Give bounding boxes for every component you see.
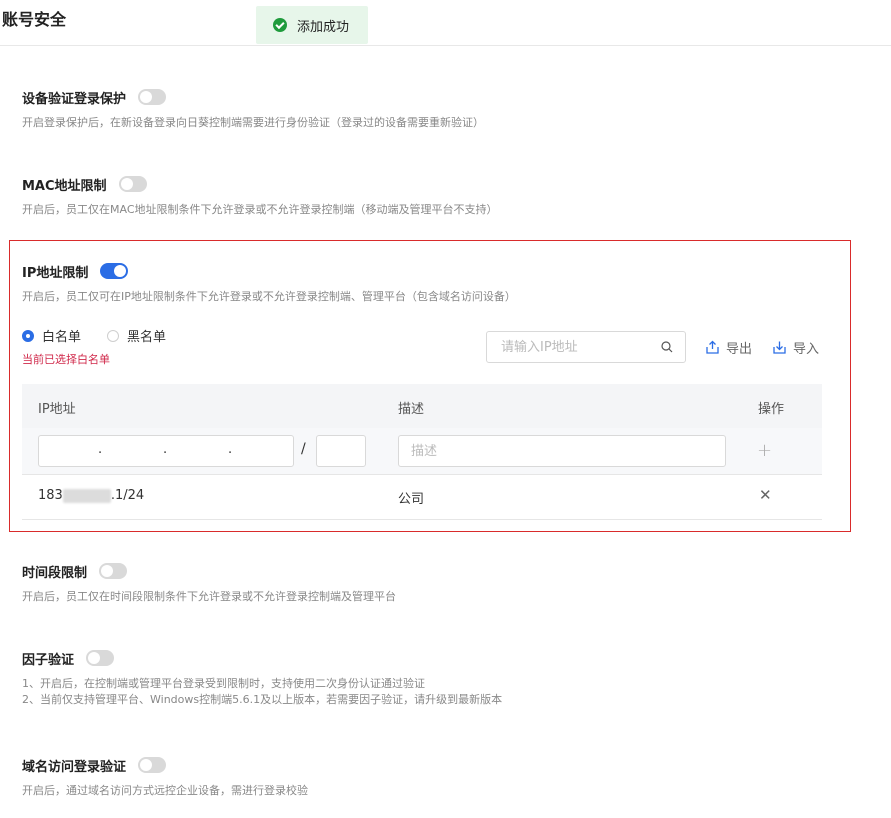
check-circle-icon xyxy=(273,18,287,32)
section-desc: 开启后，员工仅可在IP地址限制条件下允许登录或不允许登录控制端、管理平台（包含域… xyxy=(22,290,516,303)
add-icon[interactable]: + xyxy=(757,440,772,461)
whitelist-radio[interactable]: 白名单 xyxy=(22,326,81,345)
section-factor-verification: 因子验证 1、开启后，在控制端或管理平台登录受到限制时，支持使用二次身份认证通过… xyxy=(22,648,502,708)
radio-checked-icon xyxy=(22,329,34,342)
ip-suffix: .1/24 xyxy=(110,488,145,503)
table-row: 183 .1/24 公司 ✕ xyxy=(22,475,822,520)
section-mac-limit: MAC地址限制 开启后，员工仅在MAC地址限制条件下允许登录或不允许登录控制端（… xyxy=(22,174,498,218)
section-title: MAC地址限制 xyxy=(22,178,107,194)
import-icon xyxy=(773,341,786,354)
description-field xyxy=(398,435,726,467)
section-title: 时间段限制 xyxy=(22,565,88,581)
ip-table: IP地址 描述 操作 . . . / + 183 .1/24 公司 ✕ xyxy=(22,384,822,520)
success-toast: 添加成功 xyxy=(256,6,368,44)
section-time-limit: 时间段限制 开启后，员工仅在时间段限制条件下允许登录或不允许登录控制端及管理平台 xyxy=(22,561,396,605)
section-desc-line-1: 1、开启后，在控制端或管理平台登录受到限制时，支持使用二次身份认证通过验证 xyxy=(22,677,425,690)
radio-unchecked-icon xyxy=(107,329,120,342)
section-title: 设备验证登录保护 xyxy=(22,91,127,107)
toast-text: 添加成功 xyxy=(297,19,350,35)
table-header: IP地址 描述 操作 xyxy=(22,384,822,428)
export-label: 导出 xyxy=(726,342,753,357)
section-title: 域名访问登录验证 xyxy=(22,759,127,775)
ip-address-input[interactable]: . . . xyxy=(38,435,294,467)
ip-prefix: 183 xyxy=(38,488,63,503)
radio-label: 白名单 xyxy=(42,330,82,345)
ip-separator: . xyxy=(98,442,103,457)
page-title: 账号安全 xyxy=(2,10,67,29)
section-device-verification: 设备验证登录保护 开启登录保护后，在新设备登录向日葵控制端需要进行身份验证（登录… xyxy=(22,87,484,131)
ip-limit-toggle[interactable] xyxy=(100,263,129,279)
column-header-ip: IP地址 xyxy=(38,402,76,417)
device-verification-toggle[interactable] xyxy=(138,89,167,105)
list-mode-radio-group: 白名单 黑名单 xyxy=(22,326,192,345)
section-desc-line-2: 2、当前仅支持管理平台、Windows控制端5.6.1及以上版本，若需要因子验证… xyxy=(22,693,503,706)
subnet-mask-input[interactable] xyxy=(316,435,366,467)
factor-verification-toggle[interactable] xyxy=(86,650,115,666)
column-header-desc: 描述 xyxy=(398,402,425,417)
export-button[interactable]: 导出 xyxy=(705,338,752,357)
ip-separator: . xyxy=(228,442,233,457)
search-icon[interactable] xyxy=(661,341,673,353)
desc-cell: 公司 xyxy=(398,492,425,507)
export-icon xyxy=(706,340,719,354)
column-header-ops: 操作 xyxy=(758,402,785,417)
domain-verification-toggle[interactable] xyxy=(138,757,167,773)
section-desc: 开启后，员工仅在时间段限制条件下允许登录或不允许登录控制端及管理平台 xyxy=(22,590,396,603)
ip-cell: 183 .1/24 xyxy=(38,488,144,503)
header-divider xyxy=(0,45,891,46)
import-button[interactable]: 导入 xyxy=(772,338,819,357)
blacklist-radio[interactable]: 黑名单 xyxy=(107,326,166,345)
ip-search-input[interactable] xyxy=(499,339,653,356)
section-domain-verification: 域名访问登录验证 开启后，通过域名访问方式远控企业设备，需进行登录校验 xyxy=(22,755,308,799)
radio-label: 黑名单 xyxy=(127,330,167,345)
table-edit-row: . . . / + xyxy=(22,428,822,475)
selection-hint: 当前已选择白名单 xyxy=(22,353,110,366)
section-desc: 开启后，通过域名访问方式远控企业设备，需进行登录校验 xyxy=(22,784,308,797)
section-desc: 开启登录保护后，在新设备登录向日葵控制端需要进行身份验证（登录过的设备需要重新验… xyxy=(22,116,484,129)
import-label: 导入 xyxy=(793,342,820,357)
description-input[interactable] xyxy=(409,443,713,460)
delete-icon[interactable]: ✕ xyxy=(759,486,772,504)
section-title: 因子验证 xyxy=(22,652,75,668)
section-desc: 开启后，员工仅在MAC地址限制条件下允许登录或不允许登录控制端（移动端及管理平台… xyxy=(22,203,498,216)
section-ip-limit: IP地址限制 开启后，员工仅可在IP地址限制条件下允许登录或不允许登录控制端、管… xyxy=(22,261,516,305)
section-title: IP地址限制 xyxy=(22,265,89,281)
mac-limit-toggle[interactable] xyxy=(118,176,147,192)
redacted-ip-segment xyxy=(62,488,111,503)
time-limit-toggle[interactable] xyxy=(99,563,128,579)
ip-separator: . xyxy=(163,442,168,457)
mask-separator: / xyxy=(301,441,306,457)
ip-search-box xyxy=(486,331,686,363)
